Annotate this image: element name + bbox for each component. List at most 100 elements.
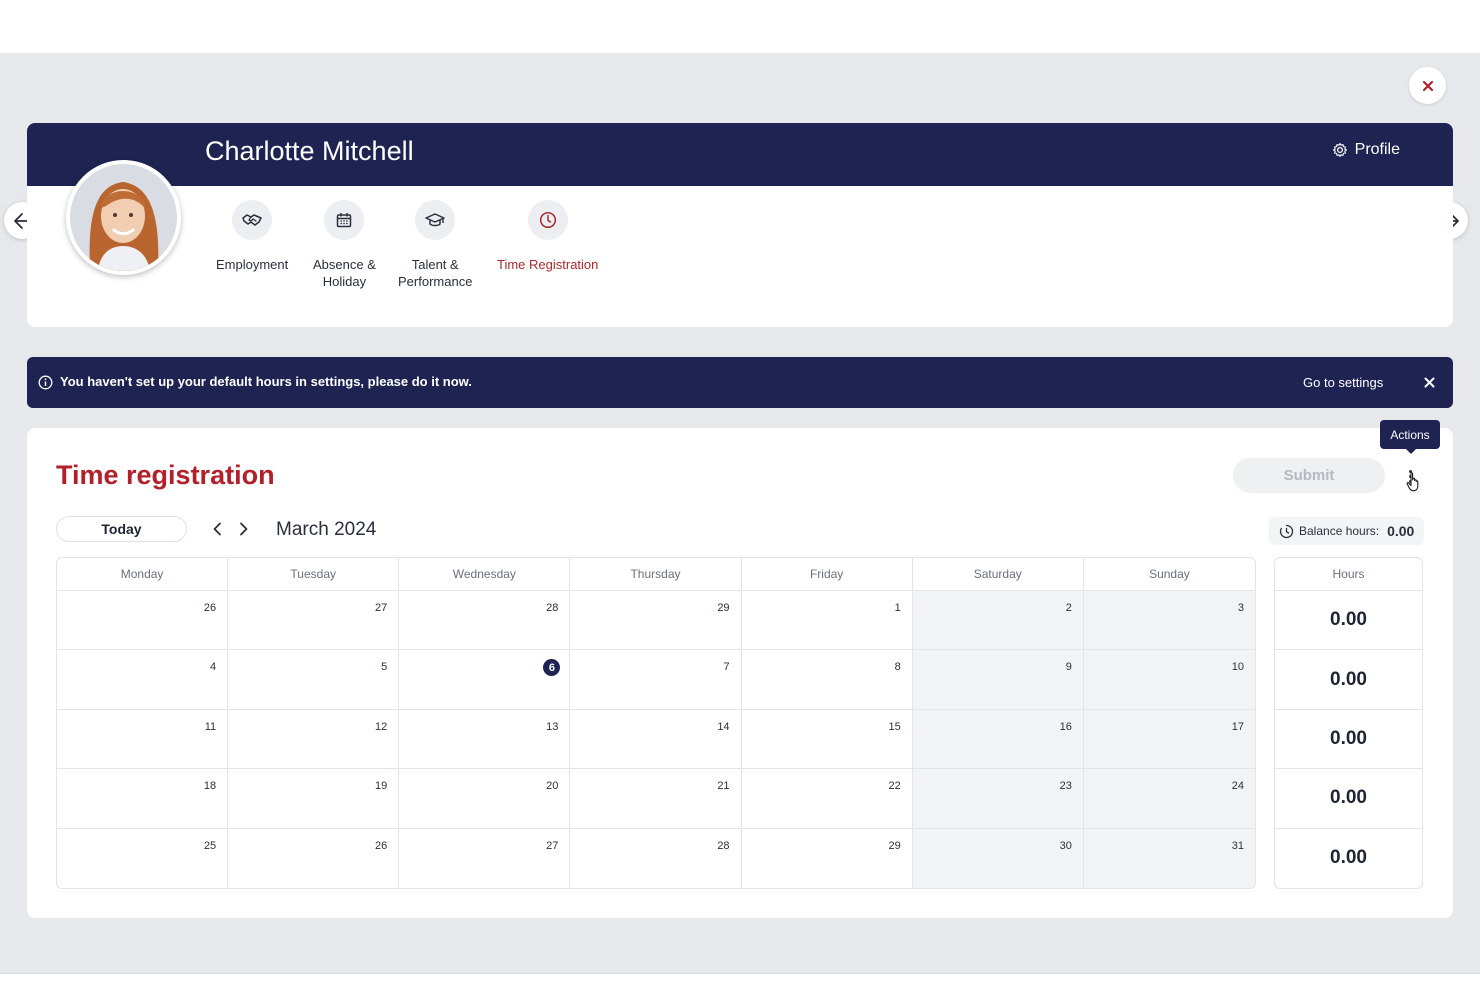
day-number: 28 bbox=[717, 839, 730, 852]
tab-talent-icon-wrap bbox=[415, 200, 456, 240]
tab-employment[interactable]: Employment bbox=[216, 200, 288, 273]
day-number: 4 bbox=[210, 661, 217, 674]
close-modal-button[interactable] bbox=[1409, 67, 1446, 104]
calendar-day-cell[interactable]: 10 bbox=[1083, 650, 1255, 710]
tab-time-registration-label: Time Registration bbox=[497, 257, 599, 272]
calendar-day-cell[interactable]: 29 bbox=[570, 591, 742, 651]
calendar-day-cell[interactable]: 6 bbox=[399, 650, 571, 710]
tab-time-icon-wrap bbox=[527, 200, 568, 240]
calendar-day-cell[interactable]: 4 bbox=[57, 650, 229, 710]
handshake-icon bbox=[242, 214, 262, 226]
calendar-day-cell[interactable]: 26 bbox=[57, 591, 229, 651]
page-title: Time registration bbox=[56, 460, 275, 490]
day-number: 28 bbox=[546, 602, 559, 614]
calendar-day-cell[interactable]: 28 bbox=[570, 828, 742, 888]
calendar-day-cell[interactable]: 30 bbox=[912, 828, 1084, 888]
close-icon bbox=[1422, 80, 1433, 91]
calendar-day-cell[interactable]: 21 bbox=[570, 769, 742, 829]
calendar-day-cell[interactable]: 3 bbox=[1083, 591, 1255, 651]
tab-time-registration[interactable]: Time Registration bbox=[497, 200, 598, 273]
week-hours-total: 0.00 bbox=[1275, 650, 1422, 710]
calendar-day-cell[interactable]: 20 bbox=[399, 769, 571, 829]
calendar-day-cell[interactable]: 15 bbox=[741, 709, 913, 770]
previous-month-button[interactable] bbox=[207, 519, 227, 539]
weekday-header: Thursday bbox=[570, 558, 742, 591]
calendar-day-cell[interactable]: 13 bbox=[399, 709, 571, 770]
actions-tooltip: Actions bbox=[1380, 420, 1440, 454]
tab-talent-performance[interactable]: Talent & Performance bbox=[398, 200, 472, 290]
calendar-day-cell[interactable]: 8 bbox=[741, 650, 913, 710]
balance-hours-label: Balance hours: bbox=[1299, 524, 1380, 538]
pointer-cursor-icon bbox=[1406, 472, 1419, 492]
calendar-day-cell[interactable]: 27 bbox=[399, 828, 571, 888]
calendar-day-cell[interactable]: 31 bbox=[1083, 828, 1255, 888]
graduation-cap-icon bbox=[425, 213, 445, 227]
close-icon bbox=[1424, 377, 1434, 387]
calendar-day-cell[interactable]: 5 bbox=[228, 650, 400, 710]
calendar-day-cell[interactable]: 9 bbox=[912, 650, 1084, 710]
today-button[interactable]: Today bbox=[56, 516, 187, 542]
time-registration-card: Time registration Submit Actions Today M… bbox=[27, 420, 1453, 918]
calendar-day-cell[interactable]: 27 bbox=[228, 591, 400, 651]
day-number: 15 bbox=[888, 720, 901, 733]
week-hours-total: 0.00 bbox=[1275, 769, 1422, 829]
calendar-day-cell[interactable]: 11 bbox=[57, 709, 229, 770]
calendar-day-cell[interactable]: 19 bbox=[228, 769, 400, 829]
day-number: 30 bbox=[1059, 839, 1072, 852]
day-number: 16 bbox=[1059, 720, 1072, 733]
calendar-day-cell[interactable]: 14 bbox=[570, 709, 742, 770]
tab-employment-icon-wrap bbox=[232, 200, 273, 240]
profile-button[interactable]: Profile bbox=[1332, 141, 1400, 159]
weekday-header: Monday bbox=[57, 558, 229, 591]
week-hours-total: 0.00 bbox=[1275, 710, 1422, 770]
day-number: 21 bbox=[717, 780, 730, 793]
go-to-settings-link[interactable]: Go to settings bbox=[1303, 375, 1383, 390]
calendar-day-cell[interactable]: 16 bbox=[912, 709, 1084, 770]
avatar-portrait bbox=[70, 164, 177, 271]
bottom-strip bbox=[0, 973, 1480, 987]
day-number: 29 bbox=[888, 839, 901, 852]
week-hours-total: 0.00 bbox=[1330, 847, 1367, 869]
calendar-day-cell[interactable]: 12 bbox=[228, 709, 400, 770]
calendar-day-cell[interactable]: 24 bbox=[1083, 769, 1255, 829]
calendar-day-cell[interactable]: 7 bbox=[570, 650, 742, 710]
day-number: 10 bbox=[1231, 661, 1244, 674]
weekly-hours-column: Hours 0.00 0.00 0.00 0.00 0.00 bbox=[1274, 557, 1423, 889]
day-number: 25 bbox=[203, 839, 217, 852]
day-number: 23 bbox=[1059, 780, 1072, 793]
weekday-header: Wednesday bbox=[399, 558, 571, 591]
alert-message: You haven't set up your default hours in… bbox=[60, 374, 472, 389]
calendar-day-cell[interactable]: 18 bbox=[57, 769, 229, 829]
day-number: 29 bbox=[717, 602, 730, 614]
day-number: 18 bbox=[203, 780, 217, 793]
tab-employment-label: Employment bbox=[216, 257, 289, 272]
calendar-day-cell[interactable]: 22 bbox=[741, 769, 913, 829]
calendar-day-cell[interactable]: 26 bbox=[228, 828, 400, 888]
day-number: 5 bbox=[381, 661, 388, 674]
day-number: 1 bbox=[894, 602, 901, 614]
alert-close-button[interactable] bbox=[1420, 373, 1438, 391]
day-number: 31 bbox=[1231, 839, 1244, 852]
calendar-day-cell[interactable]: 25 bbox=[57, 828, 229, 888]
tab-absence-icon-wrap bbox=[324, 200, 365, 240]
next-month-button[interactable] bbox=[234, 519, 254, 539]
submit-button[interactable]: Submit bbox=[1233, 458, 1385, 493]
day-number: 11 bbox=[204, 720, 217, 733]
day-number: 26 bbox=[375, 839, 388, 852]
day-number: 26 bbox=[203, 602, 217, 614]
calendar-day-cell[interactable]: 29 bbox=[742, 828, 913, 888]
current-month-label: March 2024 bbox=[276, 519, 377, 540]
day-number: 3 bbox=[1237, 602, 1244, 614]
calendar-day-cell[interactable]: 28 bbox=[399, 591, 571, 651]
calendar-day-cell[interactable]: 2 bbox=[912, 591, 1084, 651]
calendar-icon bbox=[337, 213, 352, 228]
day-number: 17 bbox=[1231, 720, 1244, 733]
day-number: 9 bbox=[1065, 661, 1072, 674]
week-hours-total: 0.00 bbox=[1275, 591, 1422, 651]
calendar-day-cell[interactable]: 1 bbox=[741, 591, 913, 651]
employee-avatar bbox=[66, 160, 181, 275]
calendar-day-cell[interactable]: 17 bbox=[1083, 709, 1255, 770]
day-number: 20 bbox=[546, 780, 559, 793]
tab-absence-holiday[interactable]: Absence & Holiday bbox=[313, 200, 376, 290]
calendar-day-cell[interactable]: 23 bbox=[912, 769, 1084, 829]
